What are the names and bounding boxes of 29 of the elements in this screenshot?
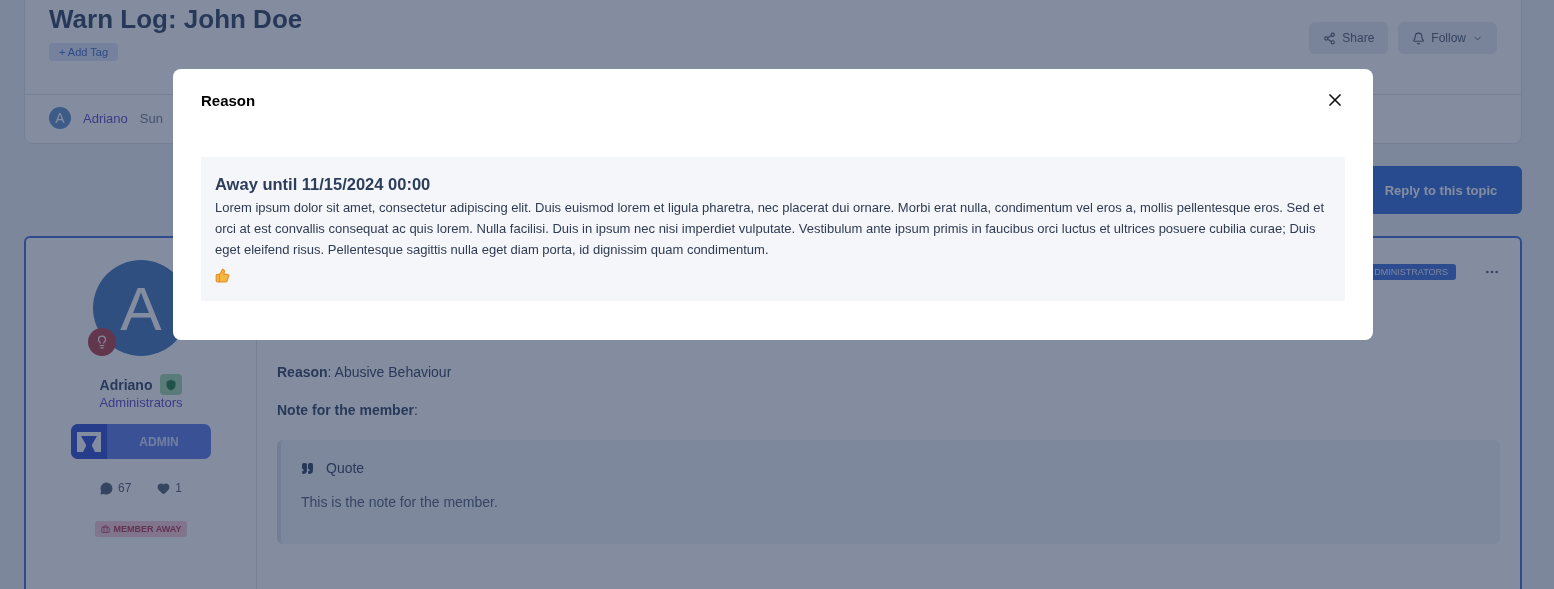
- quote-label: Quote: [326, 460, 365, 476]
- v-logo-icon: [76, 429, 102, 454]
- like-count: 1: [157, 481, 182, 495]
- quote-text: This is the note for the member.: [301, 494, 499, 510]
- post-count: 67: [99, 481, 132, 495]
- briefcase-icon: [100, 524, 110, 534]
- post-date: Sun: [139, 110, 163, 126]
- share-icon: [1323, 31, 1337, 45]
- warning-detail: Note for the member:: [277, 402, 419, 418]
- author-avatar: A: [49, 107, 71, 129]
- heart-icon: [157, 481, 171, 495]
- user-group-link[interactable]: Administrators: [99, 395, 183, 410]
- dialog-title: Reason: [201, 91, 256, 109]
- user-name: Adriano: [99, 376, 153, 393]
- comment-icon: [99, 481, 113, 495]
- share-button[interactable]: Share: [1309, 22, 1389, 54]
- lightbulb-icon: [88, 328, 116, 356]
- author-link[interactable]: Adriano: [83, 110, 128, 126]
- add-tag-button[interactable]: + Add Tag: [49, 43, 119, 61]
- thumbs-up-icon: [215, 268, 230, 283]
- reason-text: Lorem ipsum dolor sit amet, consectetur adipiscing elit. Duis euismod lorem et ligula pharetra, nec placerat dui ornare. Morbi erat nulla, condimentum vel eros a, mollis pellentesque eros. Sed et orci at est convallis consequat ac quis lorem. Nulla facilisi. Duis in ipsum nec nisi imperdiet vulputate. Vestibulum ante ipsum primis in faucibus orci luctus et ultrices posuere cubilia curae; Duis eget eleifend risus. Pellentesque sagittis nulla eget diam porta, id dignissim quam condimentum.: [215, 199, 1326, 259]
- shield-icon: [160, 374, 183, 395]
- away-heading: Away until 11/15/2024 00:00: [215, 175, 432, 194]
- quote-icon: [301, 461, 314, 475]
- page-title: Warn Log: John Doe: [49, 4, 303, 35]
- member-away-badge: MEMBER AWAY: [94, 521, 188, 537]
- bell-icon: [1412, 31, 1426, 45]
- follow-button[interactable]: Follow: [1398, 22, 1497, 54]
- warning-detail: Reason: Abusive Behaviour: [277, 364, 453, 380]
